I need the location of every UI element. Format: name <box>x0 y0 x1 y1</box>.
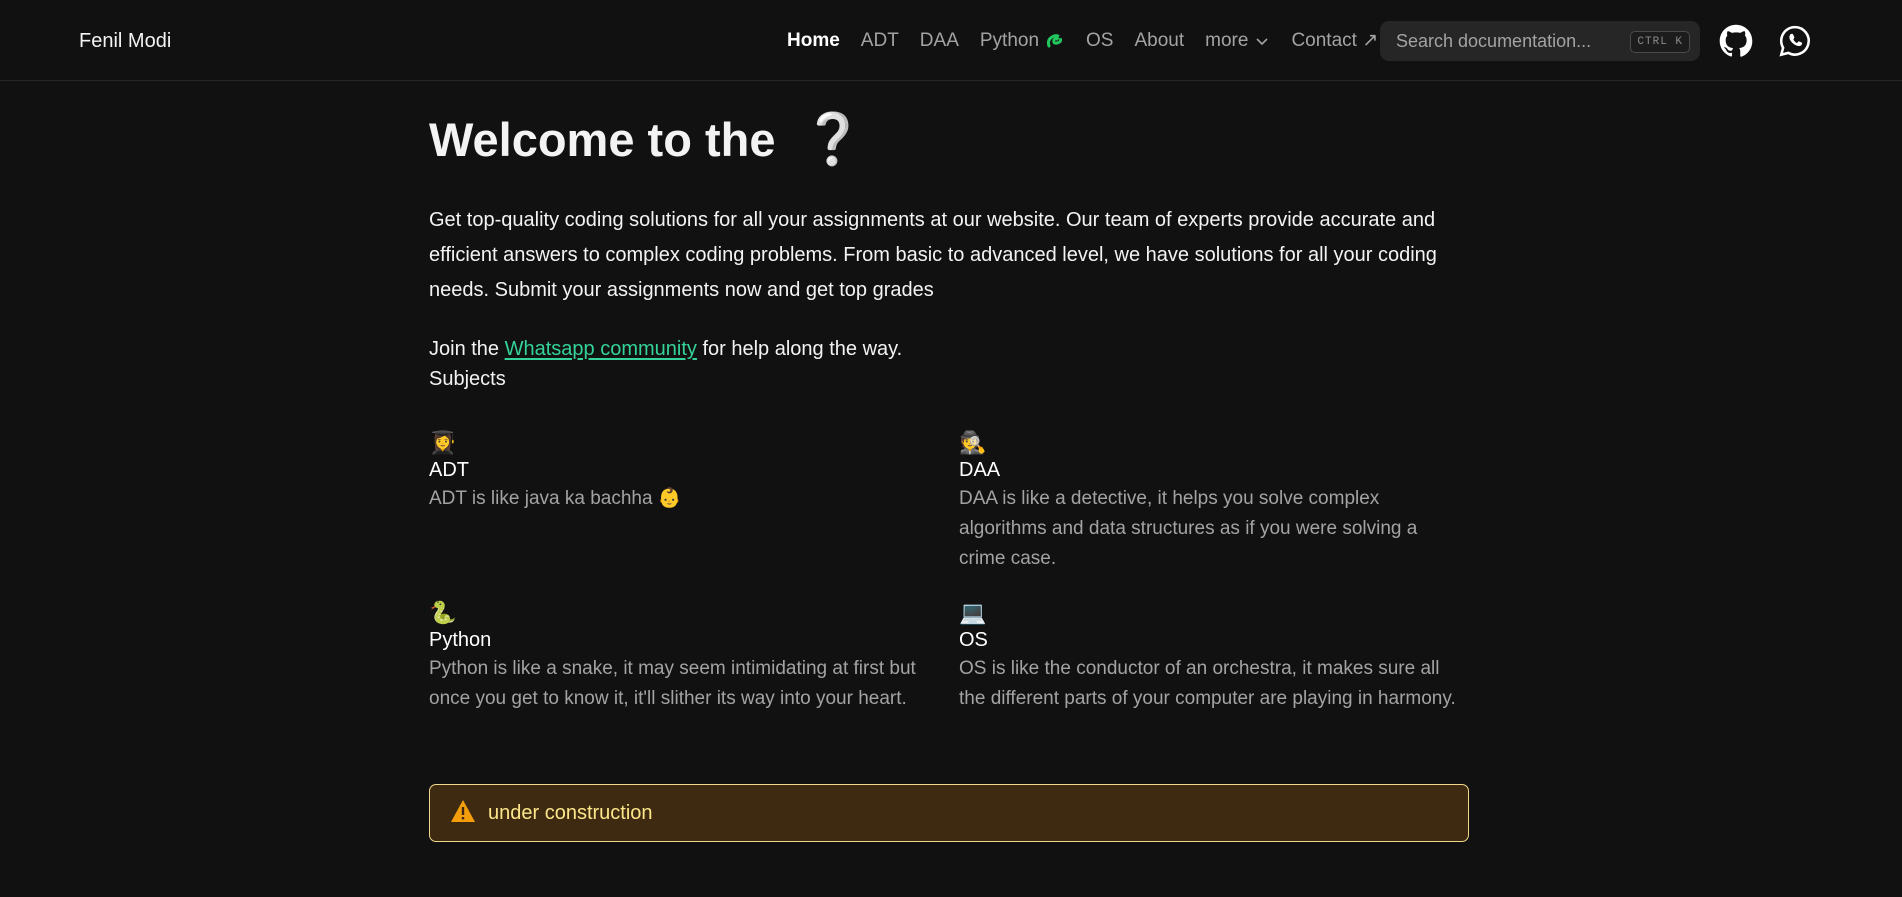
detective-icon: 🕵️ <box>959 430 987 455</box>
intro-paragraph: Get top-quality coding solutions for all… <box>429 209 1437 301</box>
site-brand[interactable]: Fenil Modi <box>79 30 171 53</box>
subject-card-daa[interactable]: 🕵️ DAA DAA is like a detective, it helps… <box>959 429 1469 574</box>
nav-dropdown-more[interactable]: more <box>1205 30 1270 52</box>
nav-link-os-label: OS <box>1086 29 1114 51</box>
subject-description: Python is like a snake, it may seem inti… <box>429 658 916 709</box>
github-icon[interactable] <box>1719 24 1753 58</box>
student-icon: 👩‍🎓 <box>429 430 457 455</box>
nav-link-adt[interactable]: ADT <box>861 30 899 52</box>
join-prefix: Join the <box>429 338 505 360</box>
top-navbar: Fenil Modi Home ADT DAA Python OS About … <box>0 0 1902 81</box>
nav-link-about-label: About <box>1134 29 1185 51</box>
warning-callout: under construction <box>429 784 1469 842</box>
nav-link-contact[interactable]: Contact ↗ <box>1291 29 1378 52</box>
page-title-text: Welcome to the <box>429 113 776 166</box>
chevron-down-icon <box>1254 33 1270 49</box>
nav-link-contact-label: Contact ↗ <box>1291 30 1379 51</box>
question-mark-icon: ❔ <box>801 111 864 167</box>
snake-icon <box>1045 31 1065 51</box>
search-shortcut-badge: CTRL K <box>1630 31 1690 53</box>
subject-description: OS is like the conductor of an orchestra… <box>959 658 1456 709</box>
nav-link-home-label: Home <box>787 29 840 51</box>
subject-title: ADT <box>429 459 469 481</box>
main-content: Welcome to the ❔ Get top-quality coding … <box>429 110 1471 751</box>
page-title: Welcome to the ❔ <box>429 110 1471 169</box>
snake-icon: 🐍 <box>429 600 457 625</box>
nav-link-adt-label: ADT <box>860 29 899 51</box>
warning-text: under construction <box>488 801 653 824</box>
nav-link-about[interactable]: About <box>1134 30 1184 52</box>
nav-links: Home ADT DAA Python OS About more Contac… <box>787 29 1399 52</box>
subject-title: OS <box>959 629 988 651</box>
subject-description: DAA is like a detective, it helps you so… <box>959 488 1418 569</box>
search-box[interactable]: CTRL K <box>1380 21 1700 61</box>
nav-dropdown-more-label: more <box>1205 29 1249 51</box>
subject-card-os[interactable]: 💻 OS OS is like the conductor of an orch… <box>959 599 1469 714</box>
join-paragraph: Join the Whatsapp community for help alo… <box>429 338 1471 361</box>
subject-card-python[interactable]: 🐍 Python Python is like a snake, it may … <box>429 599 939 714</box>
nav-link-os[interactable]: OS <box>1086 30 1113 52</box>
nav-link-home[interactable]: Home <box>787 30 840 52</box>
whatsapp-icon[interactable] <box>1778 24 1812 58</box>
computer-icon: 💻 <box>959 600 987 625</box>
subjects-grid: 👩‍🎓 ADT ADT is like java ka bachha 👶 🕵️ … <box>429 391 1471 751</box>
subjects-heading: Subjects <box>429 368 506 390</box>
nav-link-daa-label: DAA <box>919 29 959 51</box>
whatsapp-community-link[interactable]: Whatsapp community <box>505 338 697 360</box>
search-input[interactable] <box>1394 29 1628 53</box>
subject-title: Python <box>429 629 492 651</box>
subject-title: DAA <box>959 459 1001 481</box>
nav-link-daa[interactable]: DAA <box>920 30 959 52</box>
join-suffix: for help along the way. <box>696 338 903 360</box>
subject-card-adt[interactable]: 👩‍🎓 ADT ADT is like java ka bachha 👶 <box>429 429 939 514</box>
nav-link-python[interactable]: Python <box>980 30 1065 52</box>
warning-icon <box>450 799 476 828</box>
nav-link-python-label: Python <box>979 29 1040 51</box>
subject-description: ADT is like java ka bachha 👶 <box>429 488 682 509</box>
